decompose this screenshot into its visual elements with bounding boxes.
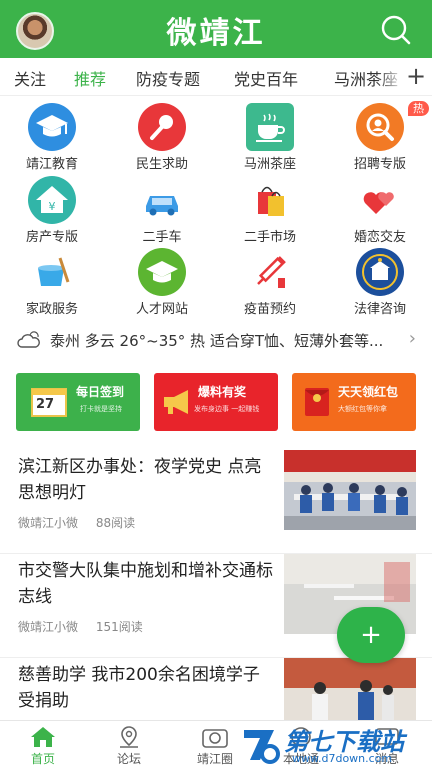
chevron-right-icon: › bbox=[408, 328, 416, 349]
banner-red-packet[interactable]: 天天领红包 大额红包等你拿 bbox=[292, 373, 416, 431]
home-icon bbox=[31, 727, 55, 747]
site-watermark: 第七下载站 www.d7down.com bbox=[240, 722, 430, 768]
tab-recommend[interactable]: 推荐 bbox=[74, 66, 106, 90]
grid-item-teahouse[interactable]: 马洲茶座 bbox=[220, 103, 320, 173]
weather-text: 泰州 多云 26°~35° 热 适合穿T恤、短薄外套等... bbox=[50, 332, 384, 350]
search-icon bbox=[381, 15, 411, 45]
grid-item-property[interactable]: ¥ 房产专版 bbox=[2, 176, 102, 246]
grid-label: 家政服务 bbox=[25, 302, 78, 317]
grid-item-used-car[interactable]: 二手车 bbox=[112, 176, 212, 246]
weather-bar[interactable]: 泰州 多云 26°~35° 热 适合穿T恤、短薄外套等... › bbox=[0, 326, 432, 356]
hearts-icon bbox=[356, 176, 404, 224]
banner-title: 每日签到 bbox=[76, 385, 125, 399]
camera-icon bbox=[202, 729, 228, 748]
svg-text:¥: ¥ bbox=[49, 200, 56, 213]
banner-title: 天天领红包 bbox=[338, 385, 399, 399]
bucket-icon bbox=[28, 248, 76, 296]
grid-item-help[interactable]: 民生求助 bbox=[112, 103, 212, 173]
news-title: 市交警大队集中施划和增补交通标志线 bbox=[18, 561, 273, 607]
nav-label: 论坛 bbox=[116, 752, 141, 766]
news-title: 慈善助学 我市200余名困境学子受捐助 bbox=[18, 665, 260, 711]
banner-subtitle: 大额红包等你拿 bbox=[338, 405, 387, 413]
news-meta: 微靖江小微 151阅读 bbox=[18, 618, 143, 635]
grid-label: 招聘专版 bbox=[353, 157, 406, 172]
grid-item-second-hand[interactable]: 二手市场 bbox=[220, 176, 320, 246]
app-title: 微靖江 bbox=[166, 16, 266, 51]
news-source: 微靖江小微 bbox=[18, 620, 79, 634]
news-source: 微靖江小微 bbox=[18, 516, 79, 530]
news-thumbnail bbox=[284, 450, 416, 530]
grid-item-jobs[interactable]: 热 招聘专版 bbox=[330, 101, 430, 173]
cloud-sun-icon bbox=[17, 331, 40, 348]
category-tabs: 关注 推荐 防疫专题 党史百年 马洲茶座 + bbox=[0, 58, 432, 96]
news-item[interactable]: 滨江新区办事处：夜学党史 点亮思想明灯 微靖江小微 88阅读 bbox=[0, 446, 432, 554]
car-icon bbox=[138, 176, 186, 224]
search-button[interactable] bbox=[380, 14, 412, 46]
news-meta: 微靖江小微 88阅读 bbox=[18, 514, 135, 531]
tab-follow[interactable]: 关注 bbox=[14, 66, 46, 90]
app-header: 微靖江 bbox=[0, 0, 432, 58]
watermark-url: www.d7down.com bbox=[292, 752, 393, 765]
grid-label: 二手车 bbox=[142, 230, 182, 245]
watermark-logo-icon bbox=[244, 730, 280, 764]
grid-item-legal[interactable]: 法律咨询 bbox=[330, 248, 430, 318]
grid-label: 靖江教育 bbox=[25, 157, 78, 172]
grid-label: 民生求助 bbox=[135, 157, 188, 172]
nav-home[interactable]: 首页 bbox=[0, 721, 86, 768]
banner-subtitle: 发布身边事 一起赚钱 bbox=[194, 405, 260, 413]
grid-label: 二手市场 bbox=[243, 230, 296, 245]
job-search-icon bbox=[356, 103, 404, 151]
news-reads: 151阅读 bbox=[95, 620, 143, 634]
hot-badge: 热 bbox=[408, 101, 429, 116]
add-tab-button[interactable]: + bbox=[404, 60, 428, 92]
grid-label: 法律咨询 bbox=[353, 302, 406, 317]
app-screen: 微靖江 关注 推荐 防疫专题 党史百年 马洲茶座 + 靖江教育 民生求助 马洲茶… bbox=[0, 0, 432, 768]
news-thumbnail bbox=[284, 658, 416, 724]
graduation-cap-icon bbox=[28, 103, 76, 151]
news-title: 滨江新区办事处：夜学党史 点亮思想明灯 bbox=[18, 457, 262, 503]
grid-label: 疫苗预约 bbox=[243, 302, 296, 317]
grid-label: 马洲茶座 bbox=[243, 157, 296, 172]
graduation-cap-icon bbox=[138, 248, 186, 296]
calendar-date: 27 bbox=[36, 397, 55, 412]
grid-item-talent[interactable]: 人才网站 bbox=[112, 248, 212, 318]
microphone-icon bbox=[138, 103, 186, 151]
shopping-bag-icon bbox=[246, 176, 294, 224]
teacup-icon bbox=[246, 103, 294, 151]
banner-title: 爆料有奖 bbox=[198, 385, 247, 399]
create-post-button[interactable]: + bbox=[337, 607, 405, 663]
grid-item-housekeeping[interactable]: 家政服务 bbox=[2, 248, 102, 318]
syringe-icon bbox=[246, 248, 294, 296]
banner-daily-checkin[interactable]: 27 每日签到 打卡就是坚持 bbox=[16, 373, 140, 431]
house-icon: ¥ bbox=[28, 176, 76, 224]
grid-label: 婚恋交友 bbox=[353, 230, 406, 245]
grid-label: 房产专版 bbox=[25, 230, 78, 245]
tab-epidemic[interactable]: 防疫专题 bbox=[136, 66, 200, 90]
tab-fade bbox=[376, 58, 406, 95]
nav-label: 首页 bbox=[30, 752, 55, 766]
grid-label: 人才网站 bbox=[135, 302, 188, 317]
grid-item-dating[interactable]: 婚恋交友 bbox=[330, 176, 430, 246]
nav-forum[interactable]: 论坛 bbox=[86, 721, 172, 768]
court-emblem-icon bbox=[356, 248, 404, 296]
grid-item-education[interactable]: 靖江教育 bbox=[2, 103, 102, 173]
grid-item-vaccine[interactable]: 疫苗预约 bbox=[220, 248, 320, 318]
tab-party-history[interactable]: 党史百年 bbox=[234, 66, 298, 90]
red-envelope-icon bbox=[305, 388, 329, 416]
megaphone-icon bbox=[164, 390, 188, 414]
location-pin-icon bbox=[120, 726, 138, 748]
banner-tip-off[interactable]: 爆料有奖 发布身边事 一起赚钱 bbox=[154, 373, 278, 431]
news-reads: 88阅读 bbox=[95, 516, 136, 530]
banner-subtitle: 打卡就是坚持 bbox=[80, 405, 122, 413]
